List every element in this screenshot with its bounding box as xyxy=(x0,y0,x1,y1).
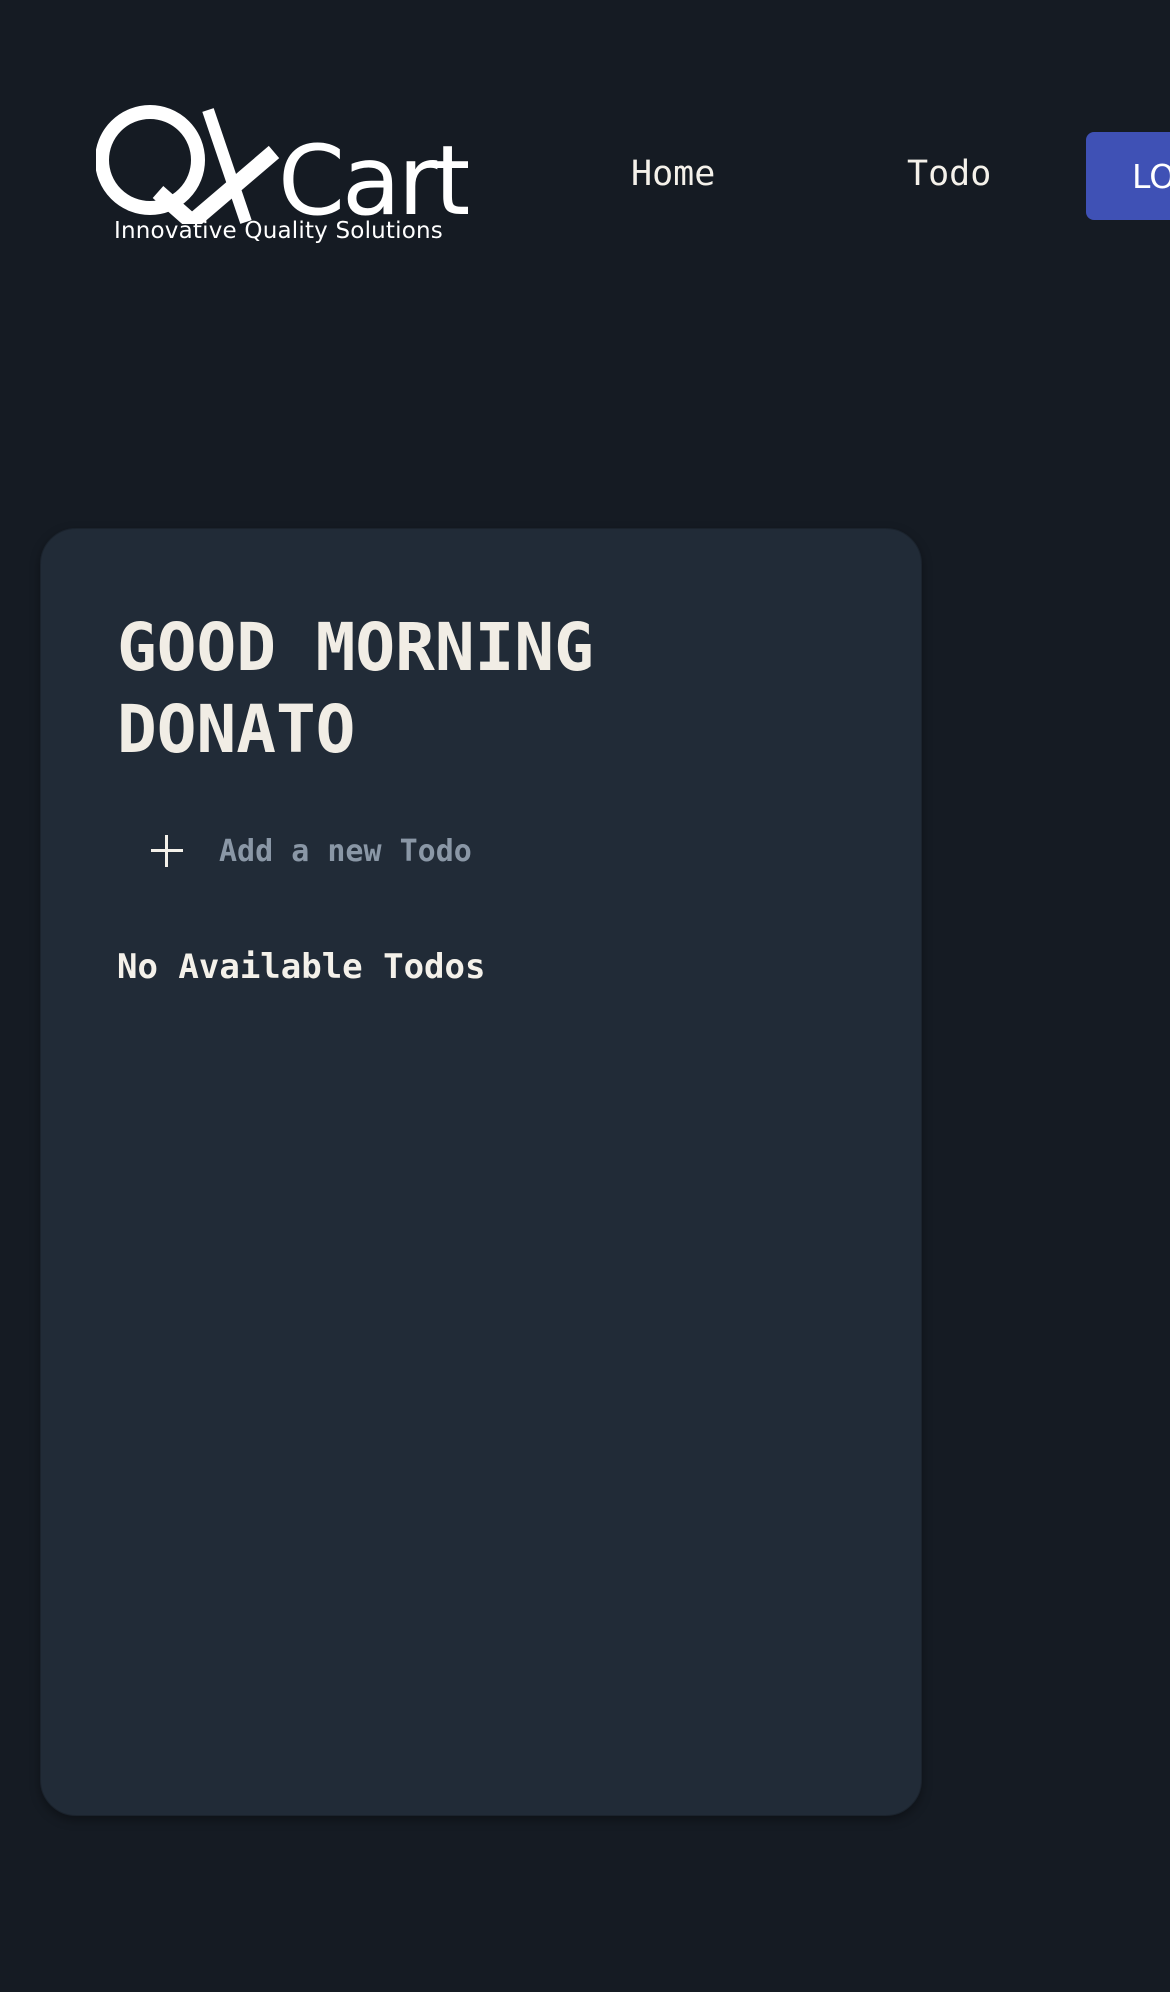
new-todo-row[interactable] xyxy=(151,821,851,881)
page: Cart Innovative Quality Solutions Home T… xyxy=(0,0,1170,1992)
empty-todos-message: No Available Todos xyxy=(117,947,486,987)
greeting-title: GOOD MORNING DONATO xyxy=(117,609,594,768)
logo-wordmark-text: Cart xyxy=(278,125,468,224)
plus-icon[interactable] xyxy=(151,835,183,867)
nav-todo-link[interactable]: Todo xyxy=(907,154,991,194)
nav-home-link[interactable]: Home xyxy=(631,154,715,194)
logout-button[interactable]: LOGOUT xyxy=(1086,132,1170,220)
logo-tagline: Innovative Quality Solutions xyxy=(114,218,443,244)
logo[interactable]: Cart Innovative Quality Solutions xyxy=(96,104,468,254)
todo-card: GOOD MORNING DONATO No Available Todos xyxy=(40,528,922,1816)
new-todo-input[interactable] xyxy=(219,833,779,869)
logo-mark: Cart xyxy=(96,105,468,224)
